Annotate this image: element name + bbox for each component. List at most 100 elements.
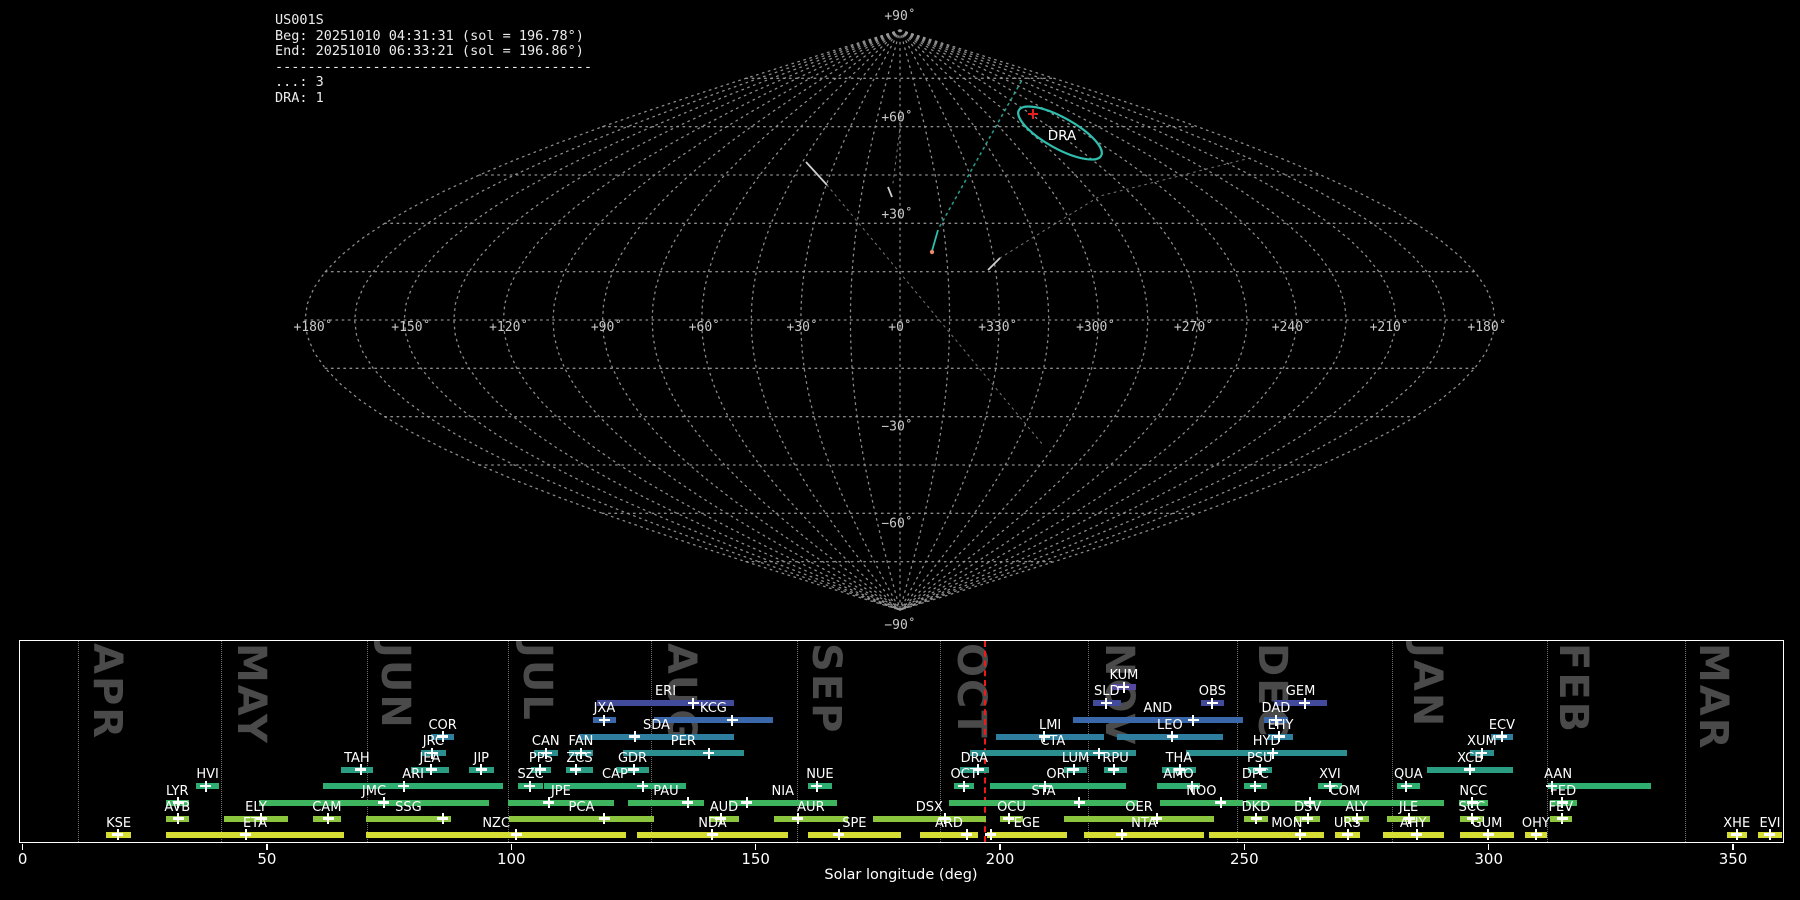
- pole-label-south: −90˚: [884, 617, 915, 633]
- shower-peak-cross-ETA: [240, 829, 252, 840]
- month-label-APR: APR: [83, 643, 130, 741]
- lon-label: +270˚: [1174, 319, 1213, 335]
- sky-map: DRA +90˚ −90˚ +60˚ +30˚ −30˚ −60˚ +180˚ +150˚ +12…: [293, 8, 1506, 633]
- shower-bar-NZC: [366, 831, 627, 838]
- shower-peak-cross-EHY: [1273, 731, 1285, 742]
- shower-peak-cross-NTA: [1116, 829, 1128, 840]
- month-label-FEB: FEB: [1550, 643, 1597, 735]
- shower-peak-cross-GEM: [1299, 697, 1311, 709]
- shower-label-CTA: CTA: [1040, 734, 1066, 749]
- month-label-SEP: SEP: [803, 643, 850, 735]
- shower-peak-cross-CTA: [1093, 747, 1105, 759]
- month-label-MAY: MAY: [228, 643, 275, 745]
- lat-label: −30˚: [881, 419, 912, 435]
- shower-peak-cross-AMO: [1186, 780, 1198, 792]
- shower-peak-cross-PAU: [682, 797, 694, 808]
- meteor-trail-extension: [826, 184, 1044, 446]
- shower-peak-cross-SPE: [833, 829, 845, 840]
- info-line-0: US001S: [275, 12, 324, 28]
- shower-peak-cross-AUD: [715, 813, 727, 824]
- shower-peak-cross-OCT: [958, 780, 970, 792]
- shower-peak-cross-LMI: [1038, 731, 1050, 742]
- shower-peak-cross-GUM: [1482, 829, 1494, 840]
- shower-peak-cross-JMC: [378, 797, 390, 808]
- shower-peak-cross-ARD: [961, 829, 973, 840]
- shower-peak-cross-XVI: [1324, 780, 1336, 792]
- shower-peak-cross-MON: [1294, 829, 1306, 840]
- shower-peak-cross-JRC: [426, 747, 438, 759]
- shower-label-LMI: LMI: [1038, 717, 1062, 733]
- lon-label: +0˚: [888, 319, 911, 335]
- shower-peak-cross-TAH: [355, 764, 367, 775]
- shower-peak-cross-NUE: [811, 780, 823, 792]
- shower-peak-cross-AHY: [1411, 829, 1423, 840]
- lon-label: +90˚: [591, 319, 622, 335]
- shower-peak-cross-PER: [703, 747, 715, 759]
- lon-label: +300˚: [1076, 319, 1115, 335]
- x-axis-title: Solar longitude (deg): [824, 867, 978, 883]
- shower-bar-MON: [1208, 831, 1325, 838]
- shower-peak-cross-KSE: [112, 829, 124, 840]
- shower-peak-cross-URS: [1342, 829, 1354, 840]
- shower-peak-cross-JLE: [1403, 813, 1415, 824]
- shower-peak-cross-FAN: [575, 747, 587, 759]
- shower-peak-cross-HYD: [1267, 747, 1279, 759]
- shower-peak-cross-KUM: [1118, 681, 1130, 693]
- meteor-trail-extension: [999, 157, 1251, 259]
- meteor-trail-extension: [939, 79, 1023, 227]
- month-gridline-JUL: [507, 641, 509, 842]
- shower-peak-cross-DKD: [1250, 813, 1262, 824]
- shower-peak-cross-JXA: [598, 714, 610, 726]
- shower-label-COM: COM: [1329, 783, 1361, 799]
- info-line-3: ---------------------------------------: [275, 58, 592, 75]
- shower-peak-cross-QUA: [1400, 780, 1412, 792]
- x-tick-label: 150: [741, 850, 770, 868]
- shower-peak-cross-SCC: [1466, 813, 1478, 824]
- shower-label-AAN: AAN: [1544, 767, 1573, 782]
- shower-bar-SPE: [807, 831, 901, 838]
- shower-bar-ETA: [165, 831, 345, 838]
- meteor-trail: [931, 229, 939, 252]
- shower-peak-cross-OBS: [1206, 697, 1218, 709]
- shower-peak-cross-JPE: [543, 797, 555, 808]
- shower-peak-cross-XCB: [1464, 764, 1476, 775]
- shower-peak-cross-FED: [1556, 797, 1568, 808]
- shower-peak-cross-DRA: [972, 764, 984, 775]
- shower-peak-cross-ECV: [1496, 731, 1508, 742]
- shower-label-ORI: ORI: [1046, 767, 1070, 782]
- shower-label-AND: AND: [1143, 701, 1173, 716]
- shower-peak-cross-LEO: [1166, 731, 1178, 742]
- shower-peak-cross-SZC: [524, 780, 536, 792]
- shower-peak-cross-ALY: [1351, 813, 1363, 824]
- shower-peak-cross-CAN: [540, 747, 552, 759]
- info-line-2: End: 20251010 06:33:21 (sol = 196.86°): [275, 43, 584, 60]
- lon-label: +60˚: [689, 319, 720, 335]
- shower-peak-cross-LYR: [172, 797, 184, 808]
- timeline-panel: APR MAY JUN JUL AUG SEP OCT NOV DEC JAN FEB MAR KUM E…: [19, 640, 1784, 843]
- shower-peak-cross-XHE: [1731, 829, 1743, 840]
- shower-peak-cross-HVI: [200, 780, 212, 792]
- shower-peak-cross-EGE: [985, 829, 997, 840]
- shower-peak-cross-COR: [437, 731, 449, 742]
- x-tick-label: 0: [17, 850, 28, 868]
- shower-peak-cross-EVI: [1764, 829, 1776, 840]
- shower-bar-NTA: [1084, 831, 1204, 838]
- lon-label: +150˚: [391, 319, 430, 335]
- shower-peak-cross-CAP: [637, 780, 649, 792]
- shower-peak-cross-ZCS: [570, 764, 582, 775]
- shower-peak-cross-COM: [1304, 797, 1316, 808]
- shower-label-NIA: NIA: [771, 783, 794, 799]
- x-tick-label: 50: [257, 850, 277, 868]
- info-line-4: ...: 3: [275, 74, 324, 91]
- shower-peak-cross-XUM: [1476, 747, 1488, 759]
- month-gridline-MAR: [1685, 641, 1687, 842]
- meteor-trail: [805, 161, 828, 186]
- shower-label-OER: OER: [1125, 799, 1153, 815]
- x-tick-label: 350: [1718, 850, 1748, 868]
- shower-peak-cross-SLD: [1100, 697, 1112, 709]
- shower-peak-cross-NCC: [1466, 797, 1478, 808]
- shower-peak-cross-PSU: [1254, 764, 1266, 775]
- shower-label-DSX: DSX: [915, 799, 943, 815]
- shower-peak-cross-THA: [1174, 764, 1186, 775]
- shower-peak-cross-DSV: [1302, 813, 1314, 824]
